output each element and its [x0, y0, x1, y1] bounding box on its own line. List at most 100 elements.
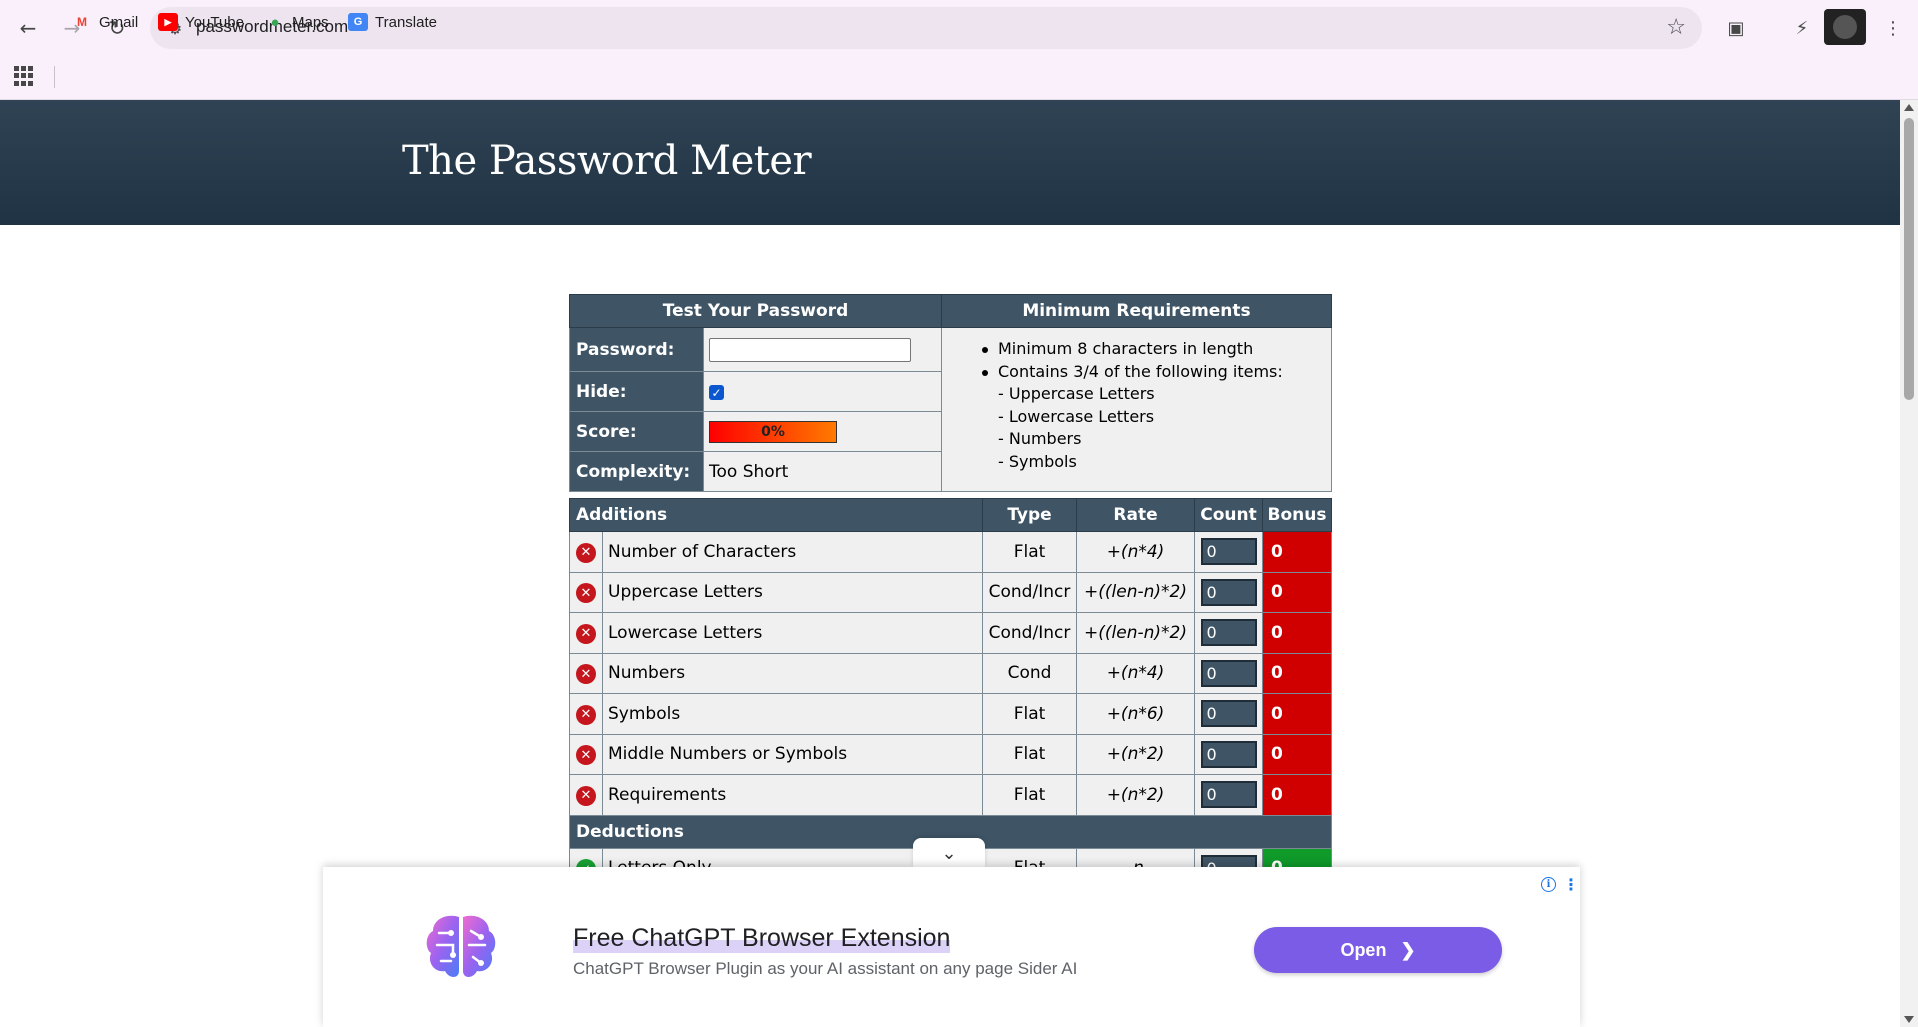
row-type: Flat: [982, 531, 1077, 573]
row-rate: +((len-n)*2): [1076, 612, 1195, 654]
ad-info-icon[interactable]: i: [1541, 877, 1556, 892]
additions-table: Additions Type Rate Count Bonus ✕ Number…: [569, 498, 1332, 889]
bookmark-label: Gmail: [99, 13, 139, 31]
row-rate: +(n*4): [1076, 652, 1195, 694]
row-type: Cond/Incr: [982, 612, 1077, 654]
row-bonus: 0: [1262, 571, 1332, 613]
row-type: Flat: [982, 733, 1077, 775]
fail-icon: ✕: [576, 704, 596, 725]
fail-icon: ✕: [576, 542, 596, 563]
row-bonus: 0: [1262, 693, 1332, 735]
row-name: Symbols: [602, 693, 983, 735]
row-rate: +(n*2): [1076, 774, 1195, 816]
scroll-down-icon[interactable]: [1904, 1016, 1914, 1023]
row-name: Uppercase Letters: [602, 571, 983, 613]
ad-subtitle: ChatGPT Browser Plugin as your AI assist…: [573, 959, 1078, 978]
extensions-icon[interactable]: ▣: [1720, 12, 1752, 44]
ad-collapse-chevron-icon[interactable]: ⌄: [913, 838, 985, 868]
requirements-list: Minimum 8 characters in length Contains …: [941, 327, 1332, 492]
rate-header: Rate: [1076, 498, 1195, 532]
bookmark-youtube[interactable]: ▶ YouTube: [158, 10, 244, 34]
ad-more-icon[interactable]: ⋮: [1563, 875, 1579, 894]
complexity-label: Complexity:: [569, 451, 704, 492]
ad-banner: Free ChatGPT Browser Extension ChatGPT B…: [323, 867, 1580, 1027]
table-row: ✕ Numbers Cond +(n*4) 0 0: [569, 652, 1332, 694]
row-rate: +(n*2): [1076, 733, 1195, 775]
password-label: Password:: [569, 327, 704, 372]
ad-open-button[interactable]: Open ❯: [1254, 927, 1502, 973]
brain-logo-icon: [426, 915, 496, 977]
maps-icon: ●: [270, 13, 280, 31]
table-row: ✕ Middle Numbers or Symbols Flat +(n*2) …: [569, 733, 1332, 775]
bookmark-maps[interactable]: ● Maps: [265, 10, 329, 34]
row-type: Cond/Incr: [982, 571, 1077, 613]
password-input[interactable]: [709, 337, 911, 362]
bookmark-translate[interactable]: G Translate: [348, 10, 437, 34]
back-icon[interactable]: ←: [12, 12, 44, 44]
row-count: 0: [1200, 538, 1257, 566]
count-header: Count: [1194, 498, 1263, 532]
requirements-header: Minimum Requirements: [941, 294, 1332, 328]
hide-checkbox[interactable]: ✓: [709, 385, 724, 400]
row-rate: +((len-n)*2): [1076, 571, 1195, 613]
row-bonus: 0: [1262, 733, 1332, 775]
scroll-thumb[interactable]: [1904, 118, 1914, 400]
table-row: ✕ Lowercase Letters Cond/Incr +((len-n)*…: [569, 612, 1332, 654]
table-row: ✕ Uppercase Letters Cond/Incr +((len-n)*…: [569, 571, 1332, 613]
gmail-icon: M: [77, 15, 87, 29]
translate-icon: G: [348, 13, 368, 31]
page-scrollbar[interactable]: [1900, 100, 1918, 1027]
fail-icon: ✕: [576, 623, 596, 644]
fail-icon: ✕: [576, 745, 596, 765]
row-bonus: 0: [1262, 774, 1332, 816]
bookmarks-bar: [0, 56, 1918, 100]
row-type: Flat: [982, 693, 1077, 735]
requirement-item: Contains 3/4 of the following items:: [950, 361, 1331, 384]
row-name: Lowercase Letters: [602, 612, 983, 654]
ad-title[interactable]: Free ChatGPT Browser Extension: [573, 924, 951, 953]
complexity-value: Too Short: [703, 451, 942, 492]
chevron-right-icon: ❯: [1400, 939, 1416, 960]
score-label: Score:: [569, 411, 704, 452]
test-password-table: Test Your Password Minimum Requirements …: [569, 294, 1332, 492]
requirement-item: - Lowercase Letters: [998, 406, 1155, 426]
site-header: The Password Meter: [0, 100, 1900, 225]
table-row: ✕ Symbols Flat +(n*6) 0 0: [569, 693, 1332, 735]
fail-icon: ✕: [576, 785, 596, 806]
type-header: Type: [982, 498, 1077, 532]
menu-kebab-icon[interactable]: ⋮: [1877, 12, 1909, 44]
bookmark-star-icon[interactable]: ☆: [1666, 15, 1686, 40]
requirement-item: - Symbols: [998, 451, 1077, 471]
performance-icon[interactable]: ⚡: [1786, 12, 1818, 44]
row-count: 0: [1200, 781, 1257, 809]
row-name: Numbers: [602, 652, 983, 694]
bonus-header: Bonus: [1262, 498, 1332, 532]
row-name: Requirements: [602, 774, 983, 816]
row-rate: +(n*6): [1076, 693, 1195, 735]
site-title: The Password Meter: [402, 138, 812, 184]
additions-header: Additions: [569, 498, 983, 532]
requirement-item: Minimum 8 characters in length: [950, 338, 1331, 361]
row-count: 0: [1200, 619, 1257, 647]
row-count: 0: [1200, 740, 1257, 768]
profile-avatar[interactable]: [1824, 9, 1866, 45]
test-header: Test Your Password: [569, 294, 942, 328]
row-rate: +(n*4): [1076, 531, 1195, 573]
requirement-item: - Uppercase Letters: [998, 384, 1155, 403]
bookmark-gmail[interactable]: M Gmail: [72, 10, 138, 34]
row-name: Middle Numbers or Symbols: [602, 733, 983, 775]
row-type: Flat: [982, 774, 1077, 816]
row-bonus: 0: [1262, 652, 1332, 694]
bookmark-label: YouTube: [185, 13, 244, 31]
fail-icon: ✕: [576, 664, 596, 684]
youtube-icon: ▶: [158, 13, 178, 31]
bookmark-label: Translate: [375, 13, 437, 31]
apps-grid-icon[interactable]: [14, 66, 34, 86]
bookmarks-divider: [54, 66, 55, 88]
score-bar: 0%: [709, 420, 837, 443]
row-count: 0: [1200, 578, 1257, 606]
bookmark-label: Maps: [292, 13, 329, 31]
scroll-up-icon[interactable]: [1904, 104, 1914, 111]
fail-icon: ✕: [576, 583, 596, 603]
row-count: 0: [1200, 659, 1257, 687]
